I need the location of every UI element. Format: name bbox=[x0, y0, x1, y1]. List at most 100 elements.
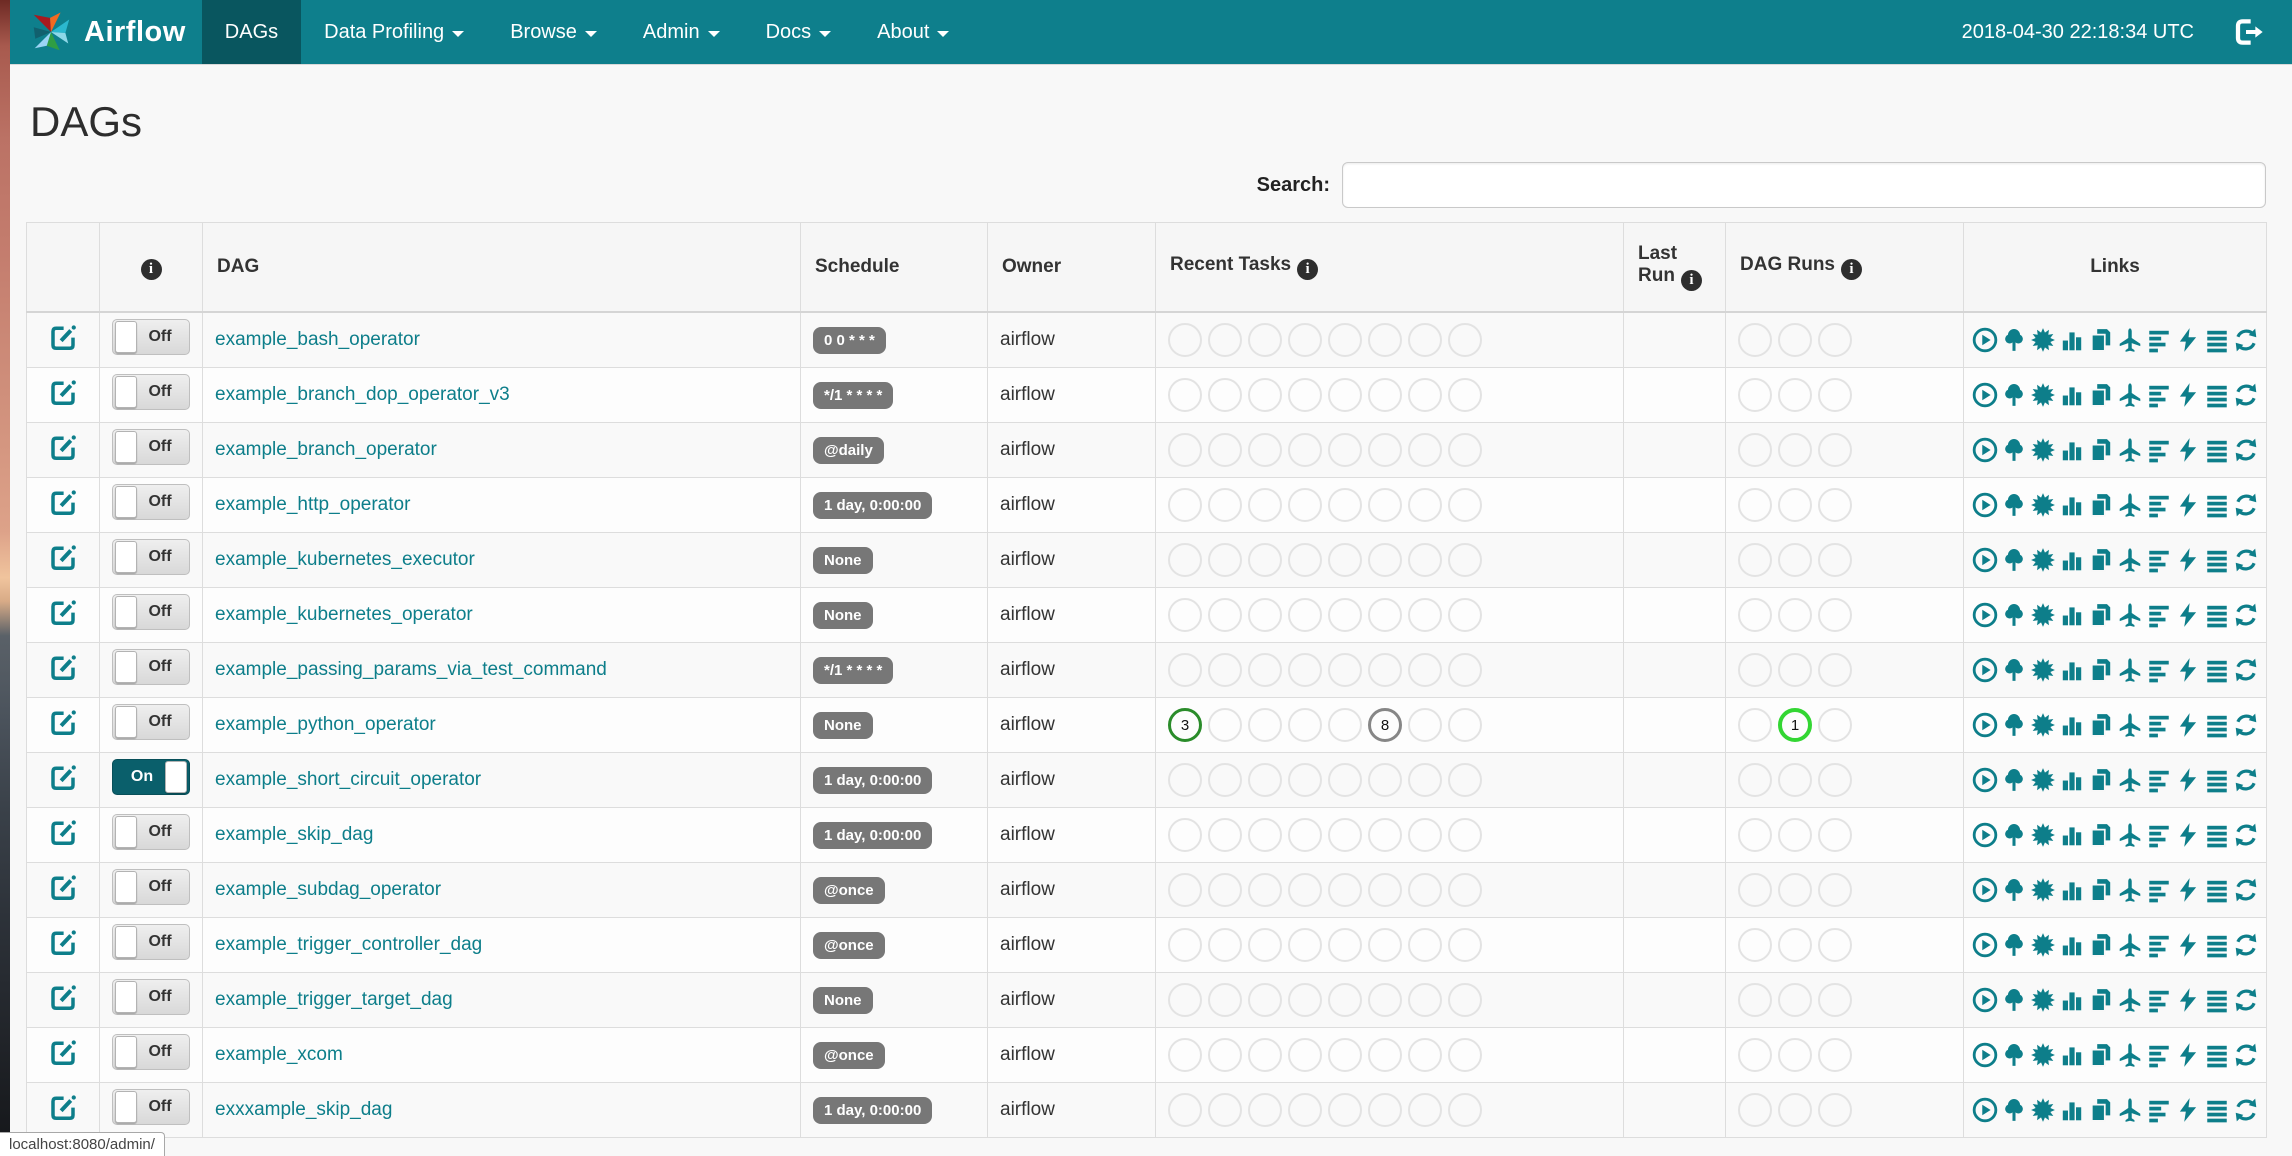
landing-times-icon[interactable] bbox=[2117, 327, 2143, 353]
edit-dag-button[interactable] bbox=[48, 322, 78, 352]
gantt-view-icon[interactable] bbox=[2146, 767, 2172, 793]
task-tries-icon[interactable] bbox=[2088, 1042, 2114, 1068]
dag-link[interactable]: example_http_operator bbox=[215, 494, 410, 515]
landing-times-icon[interactable] bbox=[2117, 932, 2143, 958]
code-view-icon[interactable] bbox=[2175, 1042, 2201, 1068]
edit-dag-button[interactable] bbox=[48, 1092, 78, 1122]
landing-times-icon[interactable] bbox=[2117, 602, 2143, 628]
task-state-circle[interactable]: 1 bbox=[1778, 708, 1812, 742]
dag-link[interactable]: example_branch_dop_operator_v3 bbox=[215, 384, 510, 405]
code-view-icon[interactable] bbox=[2175, 1097, 2201, 1123]
graph-view-icon[interactable] bbox=[2030, 877, 2056, 903]
task-state-circle[interactable]: 8 bbox=[1368, 708, 1402, 742]
nav-item-docs[interactable]: Docs bbox=[743, 0, 855, 64]
nav-item-admin[interactable]: Admin bbox=[620, 0, 743, 64]
landing-times-icon[interactable] bbox=[2117, 437, 2143, 463]
tree-view-icon[interactable] bbox=[2001, 877, 2027, 903]
task-duration-icon[interactable] bbox=[2059, 437, 2085, 463]
task-tries-icon[interactable] bbox=[2088, 492, 2114, 518]
dag-pause-toggle[interactable]: Off bbox=[112, 374, 190, 410]
task-state-circle[interactable]: 3 bbox=[1168, 708, 1202, 742]
nav-item-about[interactable]: About bbox=[854, 0, 972, 64]
refresh-icon[interactable] bbox=[2233, 822, 2259, 848]
code-view-icon[interactable] bbox=[2175, 327, 2201, 353]
graph-view-icon[interactable] bbox=[2030, 767, 2056, 793]
tree-view-icon[interactable] bbox=[2001, 932, 2027, 958]
refresh-icon[interactable] bbox=[2233, 437, 2259, 463]
task-tries-icon[interactable] bbox=[2088, 382, 2114, 408]
landing-times-icon[interactable] bbox=[2117, 877, 2143, 903]
refresh-icon[interactable] bbox=[2233, 602, 2259, 628]
dag-pause-toggle[interactable]: Off bbox=[112, 704, 190, 740]
trigger-dag-icon[interactable] bbox=[1972, 1097, 1998, 1123]
gantt-view-icon[interactable] bbox=[2146, 987, 2172, 1013]
task-tries-icon[interactable] bbox=[2088, 547, 2114, 573]
graph-view-icon[interactable] bbox=[2030, 327, 2056, 353]
dag-link[interactable]: example_subdag_operator bbox=[215, 879, 441, 900]
logs-icon[interactable] bbox=[2204, 1097, 2230, 1123]
task-tries-icon[interactable] bbox=[2088, 712, 2114, 738]
task-tries-icon[interactable] bbox=[2088, 437, 2114, 463]
graph-view-icon[interactable] bbox=[2030, 987, 2056, 1013]
logs-icon[interactable] bbox=[2204, 327, 2230, 353]
task-tries-icon[interactable] bbox=[2088, 1097, 2114, 1123]
trigger-dag-icon[interactable] bbox=[1972, 382, 1998, 408]
trigger-dag-icon[interactable] bbox=[1972, 437, 1998, 463]
gantt-view-icon[interactable] bbox=[2146, 822, 2172, 848]
edit-dag-button[interactable] bbox=[48, 872, 78, 902]
task-tries-icon[interactable] bbox=[2088, 602, 2114, 628]
trigger-dag-icon[interactable] bbox=[1972, 327, 1998, 353]
dag-link[interactable]: example_short_circuit_operator bbox=[215, 769, 481, 790]
code-view-icon[interactable] bbox=[2175, 382, 2201, 408]
nav-item-dags[interactable]: DAGs bbox=[201, 0, 302, 64]
gantt-view-icon[interactable] bbox=[2146, 602, 2172, 628]
dag-pause-toggle[interactable]: Off bbox=[112, 1089, 190, 1125]
nav-item-browse[interactable]: Browse bbox=[487, 0, 620, 64]
dag-link[interactable]: example_bash_operator bbox=[215, 329, 420, 350]
code-view-icon[interactable] bbox=[2175, 767, 2201, 793]
gantt-view-icon[interactable] bbox=[2146, 1042, 2172, 1068]
tree-view-icon[interactable] bbox=[2001, 712, 2027, 738]
tree-view-icon[interactable] bbox=[2001, 547, 2027, 573]
code-view-icon[interactable] bbox=[2175, 932, 2201, 958]
dag-link[interactable]: example_kubernetes_executor bbox=[215, 549, 475, 570]
refresh-icon[interactable] bbox=[2233, 1042, 2259, 1068]
graph-view-icon[interactable] bbox=[2030, 382, 2056, 408]
code-view-icon[interactable] bbox=[2175, 877, 2201, 903]
trigger-dag-icon[interactable] bbox=[1972, 1042, 1998, 1068]
edit-dag-button[interactable] bbox=[48, 652, 78, 682]
edit-dag-button[interactable] bbox=[48, 542, 78, 572]
dag-pause-toggle[interactable]: Off bbox=[112, 594, 190, 630]
logs-icon[interactable] bbox=[2204, 657, 2230, 683]
landing-times-icon[interactable] bbox=[2117, 767, 2143, 793]
refresh-icon[interactable] bbox=[2233, 932, 2259, 958]
task-tries-icon[interactable] bbox=[2088, 932, 2114, 958]
logs-icon[interactable] bbox=[2204, 492, 2230, 518]
graph-view-icon[interactable] bbox=[2030, 932, 2056, 958]
tree-view-icon[interactable] bbox=[2001, 1097, 2027, 1123]
tree-view-icon[interactable] bbox=[2001, 492, 2027, 518]
task-duration-icon[interactable] bbox=[2059, 1097, 2085, 1123]
task-duration-icon[interactable] bbox=[2059, 327, 2085, 353]
trigger-dag-icon[interactable] bbox=[1972, 822, 1998, 848]
trigger-dag-icon[interactable] bbox=[1972, 492, 1998, 518]
gantt-view-icon[interactable] bbox=[2146, 327, 2172, 353]
refresh-icon[interactable] bbox=[2233, 327, 2259, 353]
logs-icon[interactable] bbox=[2204, 1042, 2230, 1068]
task-duration-icon[interactable] bbox=[2059, 822, 2085, 848]
logs-icon[interactable] bbox=[2204, 877, 2230, 903]
trigger-dag-icon[interactable] bbox=[1972, 657, 1998, 683]
refresh-icon[interactable] bbox=[2233, 492, 2259, 518]
logs-icon[interactable] bbox=[2204, 437, 2230, 463]
logs-icon[interactable] bbox=[2204, 822, 2230, 848]
dag-link[interactable]: example_kubernetes_operator bbox=[215, 604, 473, 625]
trigger-dag-icon[interactable] bbox=[1972, 932, 1998, 958]
logout-button[interactable] bbox=[2232, 16, 2264, 48]
trigger-dag-icon[interactable] bbox=[1972, 987, 1998, 1013]
dag-pause-toggle[interactable]: Off bbox=[112, 429, 190, 465]
edit-dag-button[interactable] bbox=[48, 982, 78, 1012]
dag-link[interactable]: example_trigger_controller_dag bbox=[215, 934, 482, 955]
graph-view-icon[interactable] bbox=[2030, 1042, 2056, 1068]
landing-times-icon[interactable] bbox=[2117, 382, 2143, 408]
refresh-icon[interactable] bbox=[2233, 712, 2259, 738]
